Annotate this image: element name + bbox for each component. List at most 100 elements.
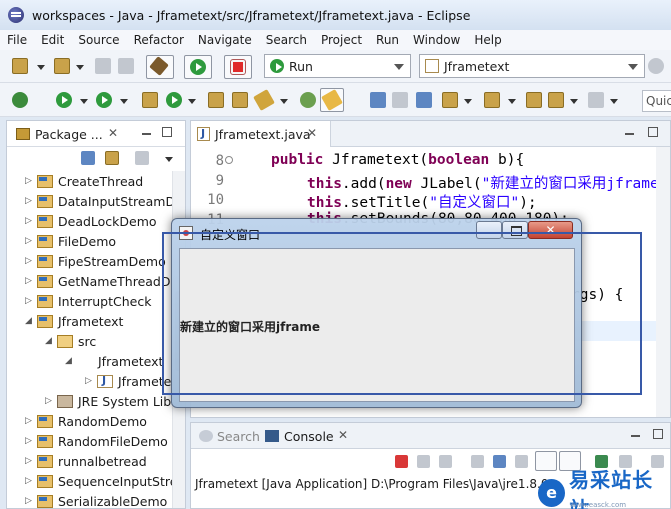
run-mode-combo[interactable]: Run [264, 54, 411, 78]
tree-item[interactable]: ▷ JRE System Libr [45, 391, 176, 411]
menu-window[interactable]: Window [406, 33, 467, 47]
expand-arrow-icon[interactable]: ▷ [25, 296, 37, 306]
toggle-mark-occurrences-button[interactable] [320, 88, 344, 112]
expand-arrow-icon[interactable]: ▷ [25, 456, 37, 466]
menu-project[interactable]: Project [314, 33, 369, 47]
paragraph-icon[interactable] [416, 92, 432, 108]
tree-item[interactable]: ▷ GetNameThreadDe [25, 271, 178, 291]
expand-arrow-icon[interactable]: ▷ [25, 236, 37, 246]
open-folder-icon[interactable] [208, 92, 224, 108]
run-as-icon[interactable] [56, 92, 72, 108]
tree-item[interactable]: ◢ Jframetext [65, 351, 163, 371]
search-tool-icon[interactable] [253, 89, 275, 111]
new-class-dropdown-icon[interactable] [188, 99, 196, 104]
run-as-dropdown-icon[interactable] [80, 99, 88, 104]
save-all-icon[interactable] [118, 58, 134, 74]
expand-arrow-icon[interactable]: ▷ [25, 196, 37, 206]
tree-item[interactable]: ▷ FipeStreamDemo [25, 251, 166, 271]
menu-navigate[interactable]: Navigate [191, 33, 259, 47]
tab-console[interactable]: Console [284, 429, 334, 444]
tree-item[interactable]: ▷ CreateThread [25, 171, 143, 191]
collapse-arrow-icon[interactable]: ◢ [65, 356, 77, 366]
expand-arrow-icon[interactable]: ▷ [25, 276, 37, 286]
tree-item[interactable]: ▷ runnalbetread [25, 451, 147, 471]
menu-help[interactable]: Help [467, 33, 508, 47]
menu-refactor[interactable]: Refactor [127, 33, 191, 47]
block-selection-icon[interactable] [370, 92, 386, 108]
code-line[interactable]: public Jframetext(boolean b){ [271, 152, 524, 168]
launch-config-combo[interactable]: Jframetext [419, 54, 645, 78]
quick-access-input[interactable]: Quic [642, 90, 671, 112]
expand-arrow-icon[interactable]: ▷ [25, 176, 37, 186]
prev-annotation-icon[interactable] [484, 92, 500, 108]
maximize-icon[interactable] [653, 429, 663, 439]
tree-item[interactable]: ▷ FileDemo [25, 231, 116, 251]
close-icon[interactable]: ✕ [108, 126, 118, 140]
open-type-icon[interactable] [54, 58, 70, 74]
expand-arrow-icon[interactable]: ▷ [45, 396, 57, 406]
collapse-all-icon[interactable] [81, 151, 95, 165]
menu-source[interactable]: Source [71, 33, 126, 47]
new-icon[interactable] [12, 58, 28, 74]
expand-arrow-icon[interactable]: ▷ [25, 496, 37, 506]
menu-edit[interactable]: Edit [34, 33, 71, 47]
tree-item[interactable]: ◢ Jframetext [25, 311, 123, 331]
last-edit-icon[interactable] [526, 92, 542, 108]
forward-icon[interactable] [588, 92, 604, 108]
clear-console-icon[interactable] [471, 455, 484, 468]
code-line[interactable]: this.setTitle("自定义窗口"); [307, 191, 537, 212]
tree-item[interactable]: ▷ DeadLockDemo [25, 211, 157, 231]
debug-icon[interactable] [12, 92, 28, 108]
open-file-icon[interactable] [232, 92, 248, 108]
collapse-arrow-icon[interactable]: ◢ [25, 316, 37, 326]
close-icon[interactable]: ✕ [338, 428, 348, 442]
expand-arrow-icon[interactable]: ▷ [25, 416, 37, 426]
terminate-icon[interactable] [395, 455, 408, 468]
editor-scrollbar[interactable] [656, 147, 670, 417]
new-dropdown-icon[interactable] [37, 65, 45, 70]
expand-arrow-icon[interactable]: ▷ [25, 476, 37, 486]
tree-item[interactable]: ▷ RandomDemo [25, 411, 147, 431]
fold-icon[interactable] [225, 156, 233, 164]
search-tool-dropdown-icon[interactable] [280, 99, 288, 104]
show-on-stdout-button[interactable] [535, 451, 557, 471]
annotation-icon[interactable] [300, 92, 316, 108]
prev-annotation-dropdown-icon[interactable] [508, 99, 516, 104]
link-with-editor-icon[interactable] [105, 151, 119, 165]
view-menu-icon[interactable] [165, 157, 173, 162]
remove-all-icon[interactable] [439, 455, 452, 468]
scroll-lock-icon[interactable] [493, 455, 506, 468]
tree-item[interactable]: ▷ InterruptCheck [25, 291, 151, 311]
word-wrap-icon[interactable] [515, 455, 528, 468]
tab-search[interactable]: Search [217, 429, 260, 444]
expand-arrow-icon[interactable]: ▷ [25, 256, 37, 266]
gear-icon[interactable] [648, 58, 664, 74]
expand-arrow-icon[interactable]: ▷ [25, 436, 37, 446]
save-icon[interactable] [95, 58, 111, 74]
next-annotation-icon[interactable] [442, 92, 458, 108]
terminate-button[interactable] [224, 55, 252, 79]
remove-launch-icon[interactable] [417, 455, 430, 468]
collapse-arrow-icon[interactable]: ◢ [45, 336, 57, 346]
minimize-icon[interactable] [631, 435, 640, 437]
expand-arrow-icon[interactable]: ▷ [25, 216, 37, 226]
coverage-dropdown-icon[interactable] [120, 99, 128, 104]
back-icon[interactable] [548, 92, 564, 108]
next-annotation-dropdown-icon[interactable] [464, 99, 472, 104]
minimize-icon[interactable] [142, 133, 151, 135]
new-package-icon[interactable] [166, 92, 182, 108]
menu-run[interactable]: Run [369, 33, 406, 47]
tree-item[interactable]: ▷ DataInputStreamDe [25, 191, 183, 211]
show-whitespace-icon[interactable] [392, 92, 408, 108]
open-type-dropdown-icon[interactable] [76, 65, 84, 70]
package-explorer-tab[interactable]: Package ... ✕ [7, 121, 185, 147]
expand-arrow-icon[interactable]: ▷ [85, 376, 97, 386]
menu-search[interactable]: Search [259, 33, 314, 47]
run-button[interactable] [184, 55, 212, 79]
tree-item[interactable]: ▷ SequenceInputStre [25, 471, 177, 491]
editor-tab[interactable]: Jframetext.java ✕ [191, 121, 331, 147]
code-line[interactable]: this.add(new JLabel("新建立的窗口采用jframe") [307, 172, 670, 193]
close-icon[interactable]: ✕ [307, 126, 317, 140]
minimize-icon[interactable] [625, 133, 634, 135]
forward-dropdown-icon[interactable] [610, 99, 618, 104]
